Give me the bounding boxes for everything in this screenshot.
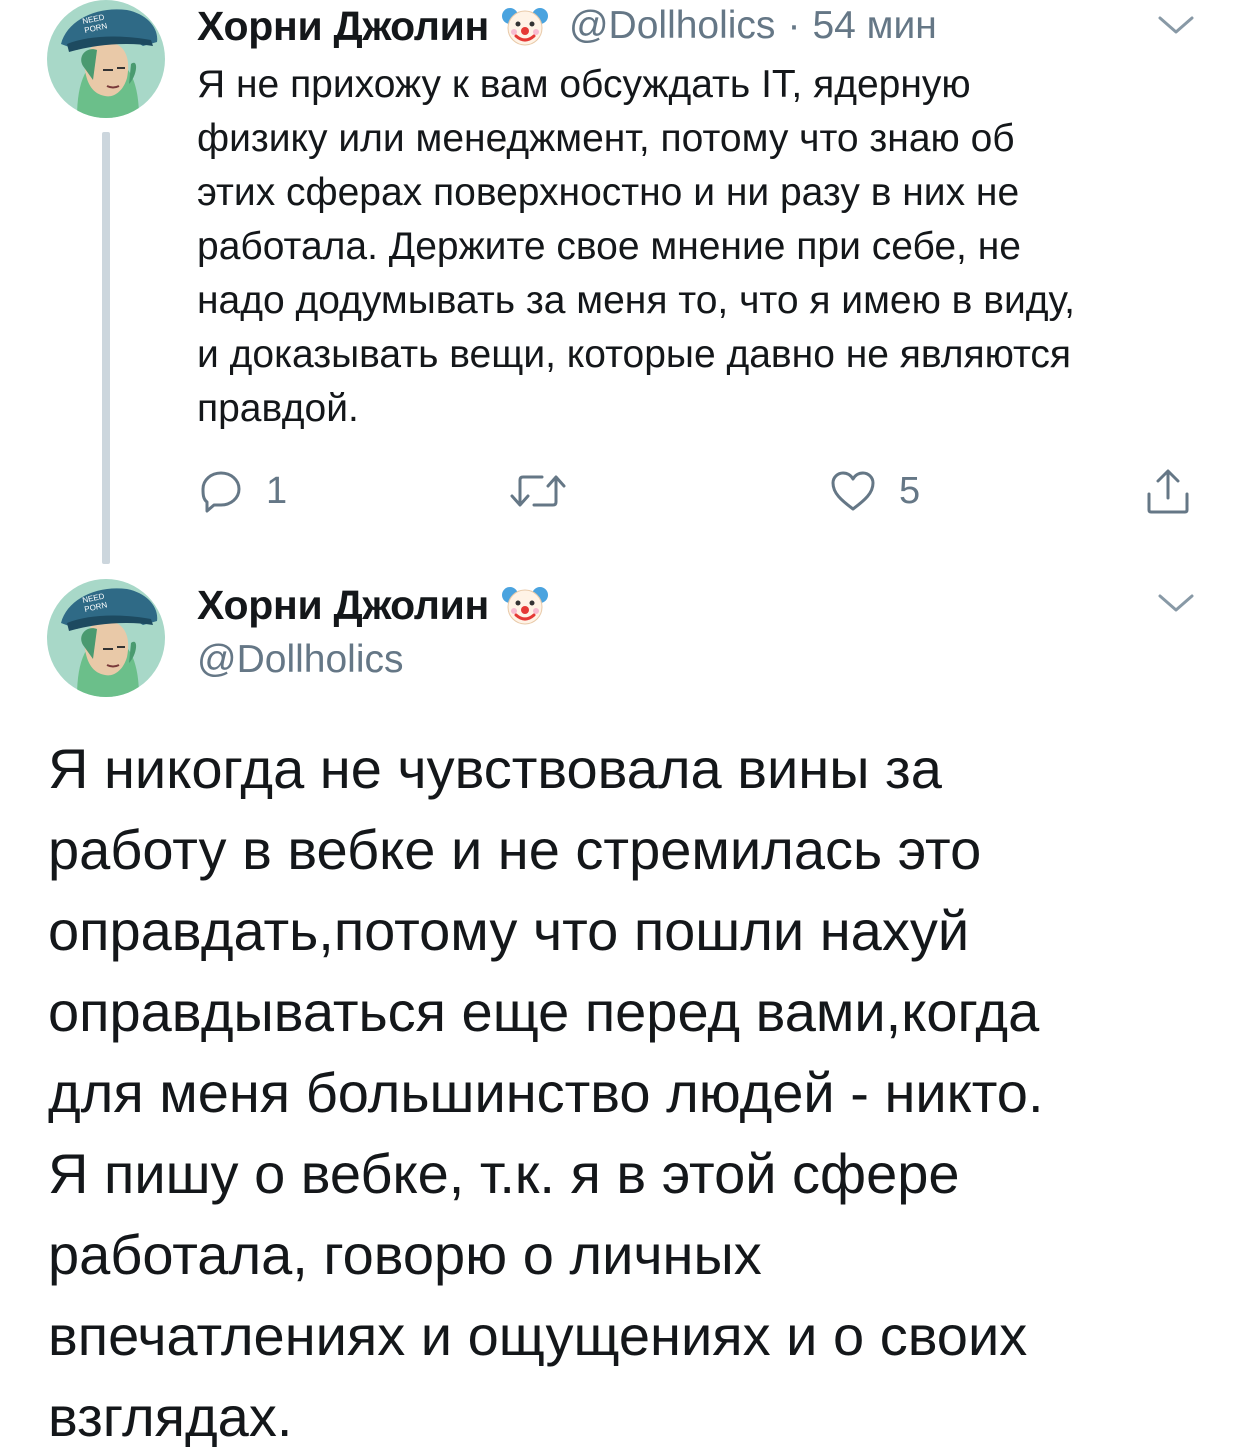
tweet-text-line: оправдываться еще перед вами,когда xyxy=(48,980,1040,1043)
like-icon xyxy=(831,471,875,511)
tweet-text-line: работу в вебке и не стремилась это xyxy=(48,818,982,881)
avatar-image: NEED PORN xyxy=(47,579,165,697)
clown-emoji-icon xyxy=(501,2,549,50)
tweet-text-line: взглядах. xyxy=(48,1385,293,1448)
tweet-text-line: работала. Держите свое мнение при себе, … xyxy=(197,225,1021,268)
tweet-text-line: физику или менеджмент, потому что знаю о… xyxy=(197,117,1015,160)
user-handle[interactable]: @Dollholics xyxy=(197,638,403,682)
tweet-text-line: работала, говорю о личных xyxy=(48,1223,762,1286)
separator-dot: · xyxy=(787,4,801,47)
like-count: 5 xyxy=(899,469,921,512)
display-name[interactable]: Хорни Джолин xyxy=(197,3,489,50)
tweet-text-line: впечатлениях и ощущениях и о своих xyxy=(48,1304,1028,1367)
tweet-text-line: этих сферах поверхностно и ни разу в них… xyxy=(197,171,1020,214)
tweet-text-line: для меня большинство людей - никто. xyxy=(48,1061,1044,1124)
tweet-text-line: и доказывать вещи, которые давно не явля… xyxy=(197,333,1072,376)
avatar-image: NEED PORN xyxy=(47,0,165,118)
tweet-text-line: надо додумывать за меня то, что я имею в… xyxy=(197,279,1075,322)
tweet-text: Я не прихожу к вам обсуждать IT, ядерную… xyxy=(197,58,1197,436)
reply-icon xyxy=(201,471,241,513)
tweet2-header: Хорни Джолин xyxy=(197,581,549,629)
tweet-text-line: правдой. xyxy=(197,387,359,430)
avatar[interactable]: NEED PORN xyxy=(47,579,165,697)
chevron-down-icon[interactable] xyxy=(1156,588,1196,618)
retweet-icon xyxy=(510,475,566,507)
tweet-text-line: Я пишу о вебке, т.к. я в этой сфере xyxy=(48,1142,960,1205)
reply-button[interactable]: 1 xyxy=(198,468,287,514)
share-icon xyxy=(1147,469,1189,514)
thread-connector-line xyxy=(102,132,110,564)
retweet-button[interactable] xyxy=(508,470,590,512)
clown-emoji-icon xyxy=(501,581,549,629)
share-button[interactable] xyxy=(1144,466,1192,516)
like-button[interactable]: 5 xyxy=(829,469,920,513)
tweet-text-line: Я никогда не чувствовала вины за xyxy=(48,737,942,800)
tweet1-header: Хорни Джолин @Dollholics · 54 мин xyxy=(197,2,937,50)
reply-count: 1 xyxy=(266,469,288,512)
tweet-text-line: Я не прихожу к вам обсуждать IT, ядерную xyxy=(197,63,971,106)
display-name[interactable]: Хорни Джолин xyxy=(197,582,489,629)
user-handle[interactable]: @Dollholics xyxy=(569,4,775,48)
avatar[interactable]: NEED PORN xyxy=(47,0,165,118)
timestamp[interactable]: 54 мин xyxy=(812,4,936,48)
tweet-text-line: оправдать,потому что пошли нахуй xyxy=(48,899,970,962)
tweet-text: Я никогда не чувствовала вины за работу … xyxy=(48,728,1198,1454)
chevron-down-icon[interactable] xyxy=(1156,10,1196,40)
